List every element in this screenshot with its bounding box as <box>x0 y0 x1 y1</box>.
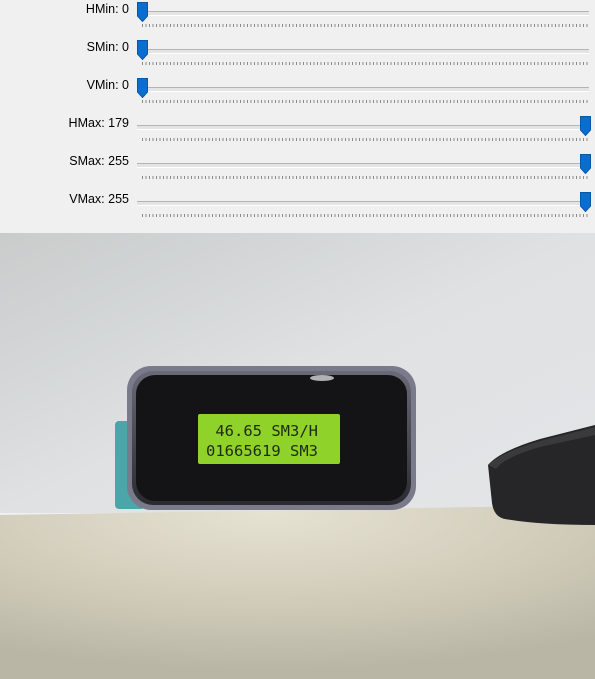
lcd-line-2: 01665619 SM3 <box>206 442 318 460</box>
trackbar-label: SMax: 255 <box>69 154 129 168</box>
trackbar-hmin: HMin: 0 <box>0 0 595 38</box>
trackbar-label: HMin: 0 <box>85 2 129 16</box>
trackbar-label: VMin: 0 <box>86 78 129 92</box>
trackbar-vmax: VMax: 255 <box>0 190 595 228</box>
tick-marks <box>142 138 588 141</box>
trackbar-hmax: HMax: 179 <box>0 114 595 152</box>
trackbar-panel: HMin: 0 SMin: 0 VMin: 0 HMax: 179 SMax: … <box>0 0 595 233</box>
slider-track[interactable] <box>137 87 589 92</box>
camera-frame: 46.65 SM3/H 01665619 SM3 <box>0 233 595 679</box>
trackbar-label: HMax: 179 <box>68 116 129 130</box>
slider-track[interactable] <box>137 49 589 54</box>
trackbar-vmin: VMin: 0 <box>0 76 595 114</box>
slider-thumb[interactable] <box>137 40 148 60</box>
trackbar-label: VMax: 255 <box>69 192 129 206</box>
slider-thumb[interactable] <box>580 116 591 136</box>
tick-marks <box>142 100 588 103</box>
slider-track[interactable] <box>137 201 589 206</box>
slider-track[interactable] <box>137 11 589 16</box>
trackbar-smax: SMax: 255 <box>0 152 595 190</box>
slider-thumb[interactable] <box>137 78 148 98</box>
tick-marks <box>142 62 588 65</box>
slider-thumb[interactable] <box>137 2 148 22</box>
tick-marks <box>142 24 588 27</box>
tick-marks <box>142 176 588 179</box>
trackbar-label: SMin: 0 <box>86 40 129 54</box>
slider-thumb[interactable] <box>580 154 591 174</box>
meter-device: 46.65 SM3/H 01665619 SM3 <box>115 366 416 510</box>
slider-track[interactable] <box>137 125 589 130</box>
lcd-line-1: 46.65 SM3/H <box>206 422 318 440</box>
slider-thumb[interactable] <box>580 192 591 212</box>
tick-marks <box>142 214 588 217</box>
slider-track[interactable] <box>137 163 589 168</box>
desk <box>0 505 595 679</box>
trackbar-smin: SMin: 0 <box>0 38 595 76</box>
